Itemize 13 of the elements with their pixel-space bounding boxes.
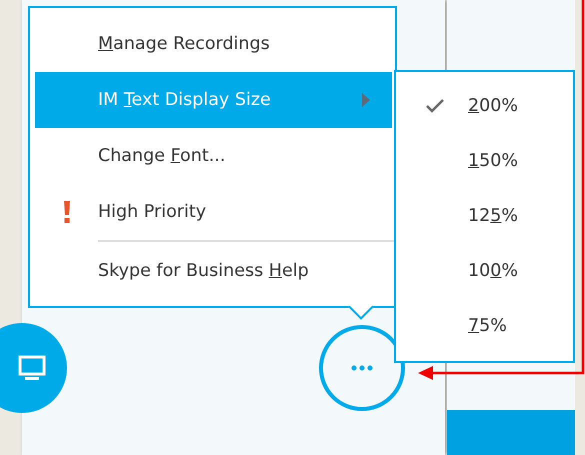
submenu-item[interactable]: 150% bbox=[396, 133, 573, 188]
submenu-item[interactable]: 75% bbox=[396, 298, 573, 353]
more-icon bbox=[351, 365, 373, 371]
menu-item[interactable]: Skype for Business Help bbox=[35, 243, 392, 299]
exclamation-icon bbox=[62, 201, 70, 223]
menu-item[interactable]: High Priority bbox=[35, 184, 392, 240]
menu-item[interactable]: Change Font... bbox=[35, 128, 392, 184]
submenu-item[interactable]: 125% bbox=[396, 188, 573, 243]
menu-item[interactable]: Manage Recordings bbox=[35, 16, 392, 72]
monitor-icon bbox=[17, 353, 47, 383]
submenu-item[interactable]: 100% bbox=[396, 243, 573, 298]
share-screen-button[interactable] bbox=[0, 323, 67, 413]
submenu-item[interactable]: 200% bbox=[396, 78, 573, 133]
